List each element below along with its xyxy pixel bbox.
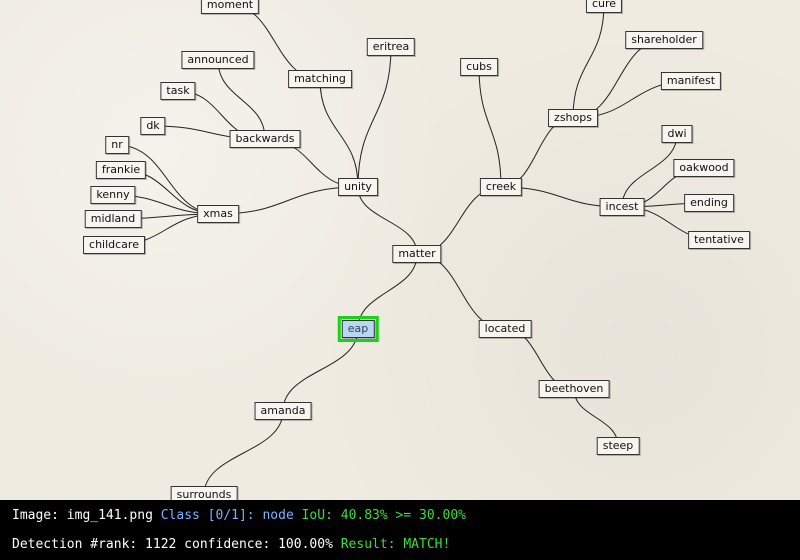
image-name: img_141.png	[66, 508, 153, 523]
node-matching[interactable]: matching	[288, 70, 352, 88]
node-midland[interactable]: midland	[84, 210, 142, 228]
edge-eap-amanda	[282, 328, 359, 412]
edge-matter-unity	[357, 186, 418, 255]
edge-unity-matching	[319, 78, 359, 188]
detection-text: Detection #rank: 1122 confidence: 100.00…	[12, 537, 333, 552]
edge-backwards-announced	[217, 59, 266, 140]
node-steep[interactable]: steep	[596, 437, 640, 455]
node-kenny[interactable]: kenny	[90, 186, 136, 204]
status-bar: Image: img_141.png Class [0/1]: node IoU…	[0, 500, 800, 560]
edge-matter-located	[416, 253, 506, 330]
node-cubs[interactable]: cubs	[460, 58, 498, 76]
node-zshops[interactable]: zshops	[548, 109, 598, 127]
node-tentative[interactable]: tentative	[688, 231, 750, 249]
node-oakwood[interactable]: oakwood	[673, 159, 735, 177]
node-incest[interactable]: incest	[599, 198, 645, 216]
node-dwi[interactable]: dwi	[661, 125, 693, 143]
iou-text: IoU: 40.83% >= 30.00%	[301, 508, 466, 523]
node-cure[interactable]: cure	[585, 0, 623, 13]
node-surrounds[interactable]: surrounds	[170, 486, 238, 500]
node-creek[interactable]: creek	[479, 178, 523, 196]
node-unity[interactable]: unity	[338, 178, 378, 196]
node-task[interactable]: task	[160, 82, 196, 100]
class-text: Class [0/1]: node	[160, 508, 294, 523]
node-nr[interactable]: nr	[105, 136, 129, 154]
node-amanda[interactable]: amanda	[254, 402, 312, 420]
node-ending[interactable]: ending	[684, 194, 734, 212]
node-dk[interactable]: dk	[140, 117, 166, 135]
result-text: Result: MATCH!	[340, 537, 451, 552]
node-moment[interactable]: moment	[200, 0, 260, 14]
node-backwards[interactable]: backwards	[229, 130, 301, 148]
image-label: Image:	[12, 508, 59, 523]
edge-amanda-surrounds	[203, 410, 284, 496]
node-manifest[interactable]: manifest	[660, 72, 722, 90]
status-line-detection: Detection #rank: 1122 confidence: 100.00…	[12, 537, 450, 552]
edge-creek-cubs	[478, 66, 502, 188]
node-eap[interactable]: eap	[337, 316, 379, 342]
node-shareholder[interactable]: shareholder	[625, 31, 703, 49]
node-matter[interactable]: matter	[392, 245, 442, 263]
node-frankie[interactable]: frankie	[95, 161, 147, 179]
node-xmas[interactable]: xmas	[197, 205, 239, 223]
node-located[interactable]: located	[478, 320, 532, 338]
edge-zshops-shareholder	[572, 39, 665, 119]
edge-incest-dwi	[621, 133, 678, 208]
node-announced[interactable]: announced	[181, 51, 255, 69]
edge-matter-creek	[416, 186, 502, 255]
node-childcare[interactable]: childcare	[83, 236, 145, 254]
node-eritrea[interactable]: eritrea	[366, 38, 416, 56]
edge-zshops-cure	[572, 3, 605, 119]
edge-matter-eap	[357, 253, 418, 330]
status-line-image: Image: img_141.png Class [0/1]: node IoU…	[12, 508, 466, 523]
edge-creek-zshops	[500, 117, 574, 188]
edge-unity-xmas	[217, 186, 359, 215]
edge-unity-eritrea	[357, 46, 392, 188]
node-beethoven[interactable]: beethoven	[538, 380, 610, 398]
diagram-canvas: moment eritrea cure shareholder announced cub…	[0, 0, 800, 500]
